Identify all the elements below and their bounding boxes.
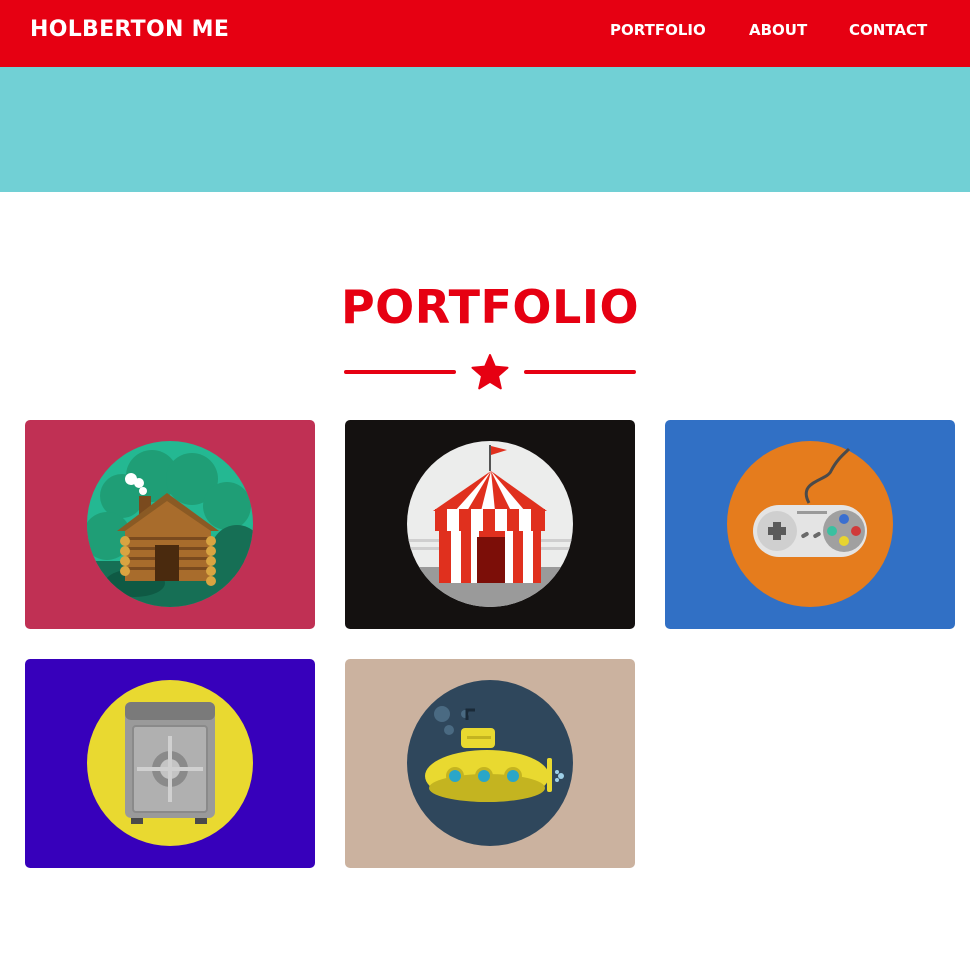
portfolio-item-safe[interactable] xyxy=(25,659,315,868)
submarine-icon xyxy=(407,680,573,846)
circus-tent-icon xyxy=(407,441,573,607)
divider-line-right xyxy=(524,370,636,374)
game-controller-icon xyxy=(727,441,893,607)
star-icon xyxy=(471,354,509,390)
portfolio-item-gamepad[interactable] xyxy=(665,420,955,629)
brand-logo[interactable]: HOLBERTON ME xyxy=(30,17,229,42)
portfolio-item-submarine[interactable] xyxy=(345,659,635,868)
nav-link-about[interactable]: ABOUT xyxy=(749,21,807,39)
section-title: PORTFOLIO xyxy=(340,280,640,334)
portfolio-item-cabin[interactable] xyxy=(25,420,315,629)
log-cabin-icon xyxy=(87,441,253,607)
safe-icon xyxy=(87,680,253,846)
portfolio-item-circus[interactable] xyxy=(345,420,635,629)
hero-banner xyxy=(0,67,970,192)
nav-link-contact[interactable]: CONTACT xyxy=(849,21,927,39)
divider-line-left xyxy=(344,370,456,374)
navbar: HOLBERTON ME PORTFOLIO ABOUT CONTACT xyxy=(0,0,970,67)
nav-link-portfolio[interactable]: PORTFOLIO xyxy=(610,21,706,39)
